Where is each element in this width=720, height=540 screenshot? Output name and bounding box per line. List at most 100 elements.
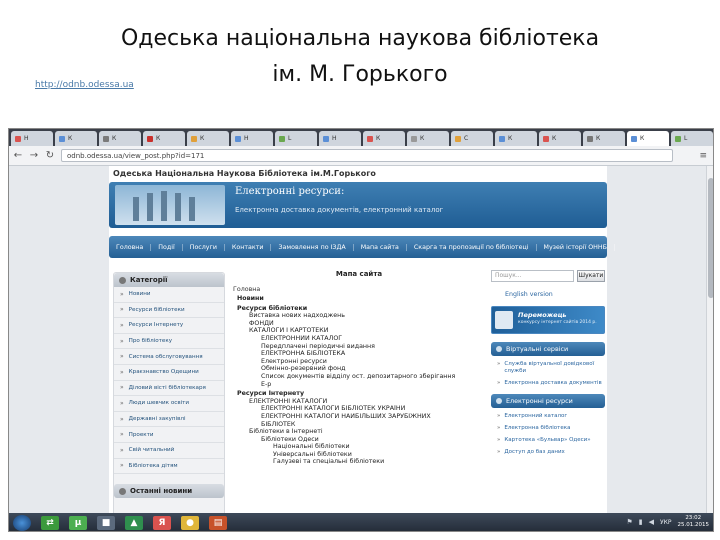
app-green-arrows-icon[interactable]: ⇄ <box>41 516 59 530</box>
category-item[interactable]: » Бібліотека дітям <box>114 459 224 475</box>
browser-tab[interactable]: С <box>451 131 493 146</box>
site-name[interactable]: Одеська Національна Наукова Бібліотека і… <box>109 166 607 182</box>
category-item[interactable]: » Про бібліотеку <box>114 334 224 350</box>
browser-tab[interactable]: Н <box>231 131 273 146</box>
sitemap-link[interactable]: Новини <box>233 295 485 303</box>
sitemap-link[interactable]: ЕЛЕКТРОННА БІБЛІОТЕКА <box>233 350 485 358</box>
reload-icon[interactable]: ↻ <box>45 150 55 161</box>
promo-text: конкурсу інтернет сайтів 2014 р. <box>518 320 597 325</box>
flag-icon[interactable]: ⚑ <box>626 518 632 526</box>
sitemap-link[interactable]: БІБЛІОТЕК <box>233 421 485 429</box>
contest-winner-banner[interactable]: Переможець конкурсу інтернет сайтів 2014… <box>491 306 605 334</box>
browser-tab[interactable]: К <box>55 131 97 146</box>
nav-item[interactable]: Контакти <box>225 243 272 251</box>
browser-tab[interactable]: Н <box>319 131 361 146</box>
nav-item[interactable]: Головна <box>109 243 152 251</box>
resource-link[interactable]: » Електронна бібліотека <box>491 425 605 432</box>
tab-label: К <box>68 135 73 142</box>
chevron-right-icon: » <box>497 425 501 432</box>
browser-tab[interactable]: К <box>627 131 669 146</box>
nav-item[interactable]: Музей історії ОННБ <box>537 243 615 251</box>
category-item[interactable]: » Проекти <box>114 427 224 443</box>
browser-tab[interactable]: К <box>495 131 537 146</box>
sitemap-link[interactable]: ЕЛЕКТРОННІ КАТАЛОГИ НАЙБІЛЬШИХ ЗАРУБІЖНИ… <box>233 413 485 421</box>
browser-tab[interactable]: К <box>187 131 229 146</box>
chevron-right-icon: » <box>120 306 124 314</box>
category-item[interactable]: » Новини <box>114 287 224 303</box>
promo-title: Переможець <box>518 311 567 319</box>
sitemap-link[interactable]: Обмінно-резервний фонд <box>233 365 485 373</box>
category-item[interactable]: » Ресурси бібліотеки <box>114 303 224 319</box>
english-version-link[interactable]: English version <box>505 291 605 298</box>
browser-tab[interactable]: L <box>275 131 317 146</box>
vertical-scrollbar[interactable] <box>706 166 713 513</box>
browser-tab[interactable]: К <box>583 131 625 146</box>
search-button[interactable]: Шукати <box>577 270 605 282</box>
resource-link[interactable]: » Служба віртуальної довідкової служби <box>491 361 605 375</box>
sitemap-link[interactable]: Бібліотеки Одеси <box>233 436 485 444</box>
sitemap-link[interactable]: Національні бібліотеки <box>233 443 485 451</box>
category-item[interactable]: » Люди шевчик освіти <box>114 396 224 412</box>
tab-label: С <box>464 135 469 142</box>
document-icon[interactable]: ▤ <box>209 516 227 530</box>
nav-item[interactable]: Замовлення по ІЗДА <box>271 243 354 251</box>
category-item[interactable]: » Державні закупівлі <box>114 412 224 428</box>
tab-favicon-icon <box>15 135 21 142</box>
menu-icon[interactable]: ≡ <box>699 151 707 161</box>
resource-link[interactable]: » Доступ до баз даних <box>491 449 605 456</box>
category-item[interactable]: » Система обслуговування <box>114 349 224 365</box>
sitemap-link[interactable]: Ресурси Інтернету <box>233 390 485 398</box>
category-item[interactable]: » Ресурси Інтернету <box>114 318 224 334</box>
sitemap-link[interactable]: ЕЛЕКТРОННИЙ КАТАЛОГ <box>233 335 485 343</box>
back-arrow-icon[interactable]: ← <box>13 150 23 161</box>
sitemap-link[interactable]: Е-р <box>233 381 485 389</box>
nav-item[interactable]: Події <box>151 243 183 251</box>
sitemap-link[interactable]: КАТАЛОГИ І КАРТОТЕКИ <box>233 327 485 335</box>
sitemap-link[interactable]: Передплачені періодичні видання <box>233 343 485 351</box>
browser-tab[interactable]: К <box>539 131 581 146</box>
nav-item[interactable]: Скарга та пропозиції по бібліотеці <box>407 243 537 251</box>
forward-arrow-icon[interactable]: → <box>29 150 39 161</box>
latest-news-header: Останні новини <box>114 484 224 499</box>
sitemap-link[interactable]: Список документів відділу ост. депозитар… <box>233 373 485 381</box>
resource-link[interactable]: » Електронна доставка документів <box>491 380 605 387</box>
scrollbar-thumb[interactable] <box>708 178 713 298</box>
sitemap-link[interactable]: Галузеві та спеціальні бібліотеки <box>233 458 485 466</box>
browser-tab[interactable]: К <box>363 131 405 146</box>
browser-tab[interactable]: К <box>99 131 141 146</box>
utorrent-icon[interactable]: µ <box>69 516 87 530</box>
sitemap-link[interactable]: Універсальні бібліотеки <box>233 451 485 459</box>
yandex-icon[interactable]: Я <box>153 516 171 530</box>
sitemap-link[interactable]: Ресурси бібліотеки <box>233 305 485 313</box>
clock[interactable]: 23:02 25.01.2015 <box>678 515 710 529</box>
volume-icon[interactable]: ◀ <box>649 518 654 526</box>
windows-start-icon[interactable] <box>13 515 31 531</box>
language-indicator[interactable]: УКР <box>660 519 672 526</box>
network-icon[interactable]: ▮ <box>639 518 643 526</box>
sitemap-link[interactable]: ФОНДИ <box>233 320 485 328</box>
category-item[interactable]: » Діловий вісті бібліотекаря <box>114 381 224 397</box>
category-item[interactable]: » Краєзнавство Одещини <box>114 365 224 381</box>
nav-item[interactable]: Мапа сайта <box>354 243 407 251</box>
search-input[interactable]: Пошук... <box>491 270 574 282</box>
browser-tab[interactable]: К <box>407 131 449 146</box>
sitemap-link[interactable]: ЕЛЕКТРОННІ КАТАЛОГИ БІБЛІОТЕК УКРАЇНИ <box>233 405 485 413</box>
disk-icon[interactable]: ■ <box>97 516 115 530</box>
sitemap-link[interactable]: Електронні ресурси <box>233 358 485 366</box>
browser-tab[interactable]: Н <box>11 131 53 146</box>
sitemap-link[interactable]: Виставка нових надходжень <box>233 312 485 320</box>
tab-favicon-icon <box>675 135 681 142</box>
nav-item[interactable]: Послуги <box>183 243 225 251</box>
chrome-icon[interactable]: ● <box>181 516 199 530</box>
sitemap-link[interactable]: ЕЛЕКТРОННІ КАТАЛОГИ <box>233 398 485 406</box>
sitemap-link[interactable]: Бібліотеки в Інтернеті <box>233 428 485 436</box>
slide-url-link[interactable]: http://odnb.odessa.ua <box>35 80 134 90</box>
resource-link[interactable]: » Електронний каталог <box>491 413 605 420</box>
resource-link[interactable]: » Картотека «Бульвар» Одеси» <box>491 437 605 444</box>
address-bar[interactable]: odnb.odessa.ua/view_post.php?id=171 <box>61 149 674 162</box>
breadcrumb[interactable]: Головна <box>233 286 485 293</box>
category-item[interactable]: » Свій читальний <box>114 443 224 459</box>
browser-tab[interactable]: L <box>671 131 713 146</box>
browser-tab[interactable]: К <box>143 131 185 146</box>
drive-icon[interactable]: ▲ <box>125 516 143 530</box>
